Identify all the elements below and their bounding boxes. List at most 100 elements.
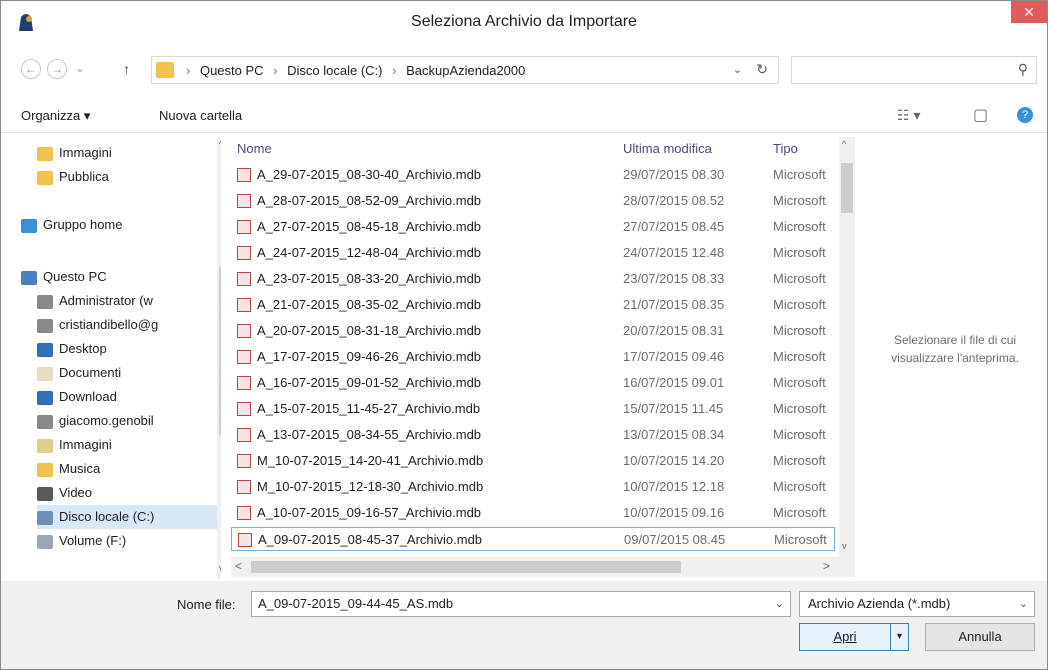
file-row[interactable]: A_16-07-2015_09-01-52_Archivio.mdb 16/07/… xyxy=(231,371,835,395)
access-database-icon xyxy=(237,298,251,312)
pictures-icon xyxy=(37,438,53,453)
scroll-up-icon[interactable]: ^ xyxy=(219,139,221,149)
file-type: Microsoft xyxy=(773,167,826,182)
breadcrumb-item-disco-locale[interactable]: Disco locale (C:) xyxy=(287,63,382,78)
refresh-icon[interactable]: ↻ xyxy=(756,61,768,78)
music-icon xyxy=(37,462,53,477)
column-header-type[interactable]: Tipo xyxy=(773,141,798,156)
file-row[interactable]: A_09-07-2015_08-45-37_Archivio.mdb 09/07/… xyxy=(231,527,835,551)
nav-item[interactable]: Volume (F:) xyxy=(37,529,221,553)
breadcrumb-separator: › xyxy=(392,63,397,78)
help-icon[interactable]: ? xyxy=(1017,107,1033,123)
nav-item[interactable]: Documenti xyxy=(37,361,221,385)
forward-button[interactable]: → xyxy=(47,59,67,79)
navpane-scrollbar[interactable]: ^ v xyxy=(217,137,221,579)
up-button[interactable]: ↑ xyxy=(123,61,130,77)
nav-item[interactable]: Desktop xyxy=(37,337,221,361)
file-type-filter-select[interactable]: Archivio Azienda (*.mdb) ⌄ xyxy=(799,591,1035,617)
nav-item[interactable]: Administrator (w xyxy=(37,289,221,313)
file-row[interactable]: M_10-07-2015_14-20-41_Archivio.mdb 10/07/… xyxy=(231,449,835,473)
nav-item[interactable]: Questo PC xyxy=(21,265,211,289)
nav-item[interactable]: Download xyxy=(37,385,221,409)
file-name: A_13-07-2015_08-34-55_Archivio.mdb xyxy=(257,427,482,442)
open-options-icon[interactable]: ▾ xyxy=(890,624,908,650)
open-button[interactable]: Apri ▾ xyxy=(799,623,909,651)
breadcrumb-item-questo-pc[interactable]: Questo PC xyxy=(200,63,264,78)
file-modified: 16/07/2015 09.01 xyxy=(623,375,725,390)
scroll-thumb[interactable] xyxy=(251,561,681,573)
nav-item-label: Video xyxy=(59,485,93,500)
file-name: A_28-07-2015_08-52-09_Archivio.mdb xyxy=(257,193,482,208)
file-row[interactable]: A_13-07-2015_08-34-55_Archivio.mdb 13/07/… xyxy=(231,423,835,447)
nav-item-label: Questo PC xyxy=(43,269,107,284)
column-header-modified[interactable]: Ultima modifica xyxy=(623,141,712,156)
file-modified: 15/07/2015 11.45 xyxy=(623,401,724,416)
close-button[interactable]: ✕ xyxy=(1011,1,1047,23)
nav-item[interactable]: Gruppo home xyxy=(21,213,211,237)
access-database-icon xyxy=(237,376,251,390)
nav-item[interactable]: Immagini xyxy=(37,141,221,165)
file-row[interactable]: A_20-07-2015_08-31-18_Archivio.mdb 20/07/… xyxy=(231,319,835,343)
nav-item[interactable]: Immagini xyxy=(37,433,221,457)
navigation-pane: Immagini Pubblica Gruppo home Questo PC Admi… xyxy=(21,137,221,579)
file-row[interactable]: A_24-07-2015_12-48-04_Archivio.mdb 24/07/… xyxy=(231,241,835,265)
file-modified: 28/07/2015 08.52 xyxy=(623,193,725,208)
search-input[interactable]: ⚲ xyxy=(791,56,1037,84)
column-header-name[interactable]: Nome xyxy=(237,141,272,156)
dialog-footer: Nome file: A_09-07-2015_09-44-45_AS.mdb … xyxy=(1,581,1047,669)
file-row[interactable]: M_10-07-2015_12-18-30_Archivio.mdb 10/07/… xyxy=(231,475,835,499)
navigation-bar: ← → ⌄ ↑ › Questo PC › Disco locale (C:) … xyxy=(1,53,1047,85)
file-name: A_20-07-2015_08-31-18_Archivio.mdb xyxy=(257,323,482,338)
new-folder-button[interactable]: Nuova cartella xyxy=(159,108,242,123)
file-row[interactable]: A_23-07-2015_08-33-20_Archivio.mdb 23/07/… xyxy=(231,267,835,291)
access-database-icon xyxy=(237,480,251,494)
file-row[interactable]: A_21-07-2015_08-35-02_Archivio.mdb 21/07/… xyxy=(231,293,835,317)
preview-pane-icon[interactable]: ▢ xyxy=(973,105,988,125)
access-database-icon xyxy=(237,506,251,520)
address-dropdown-icon[interactable]: ⌄ xyxy=(733,63,742,76)
recent-locations-button[interactable]: ⌄ xyxy=(75,61,85,75)
nav-item[interactable]: giacomo.genobil xyxy=(37,409,221,433)
organize-menu-button[interactable]: Organizza ▾ xyxy=(21,108,90,124)
scroll-right-icon[interactable]: > xyxy=(823,559,830,573)
file-name: A_23-07-2015_08-33-20_Archivio.mdb xyxy=(257,271,482,286)
scroll-down-icon[interactable]: v xyxy=(842,541,847,551)
file-list: Nome Ultima modifica Tipo A_29-07-2015_0… xyxy=(231,137,859,579)
file-name: A_27-07-2015_08-45-18_Archivio.mdb xyxy=(257,219,482,234)
file-type: Microsoft xyxy=(773,271,826,286)
file-row[interactable]: A_10-07-2015_09-16-57_Archivio.mdb 10/07/… xyxy=(231,501,835,525)
file-type: Microsoft xyxy=(773,505,826,520)
file-row[interactable]: A_29-07-2015_08-30-40_Archivio.mdb 29/07/… xyxy=(231,163,835,187)
scroll-thumb[interactable] xyxy=(841,163,853,213)
file-type: Microsoft xyxy=(773,479,826,494)
network-user-icon xyxy=(37,414,53,429)
file-type: Microsoft xyxy=(773,349,826,364)
filter-dropdown-icon[interactable]: ⌄ xyxy=(1019,597,1028,610)
address-bar[interactable]: › Questo PC › Disco locale (C:) › Backup… xyxy=(151,56,779,84)
access-database-icon xyxy=(238,533,252,547)
nav-item[interactable]: Musica xyxy=(37,457,221,481)
nav-item[interactable]: Disco locale (C:) xyxy=(37,505,221,529)
view-options-icon[interactable]: ☷ ▾ xyxy=(897,107,920,124)
nav-item[interactable]: Video xyxy=(37,481,221,505)
filename-dropdown-icon[interactable]: ⌄ xyxy=(775,597,784,610)
filename-label: Nome file: xyxy=(177,597,236,612)
file-row[interactable]: A_28-07-2015_08-52-09_Archivio.mdb 28/07/… xyxy=(231,189,835,213)
filelist-horizontal-scrollbar[interactable]: < > xyxy=(231,557,855,577)
cancel-button[interactable]: Annulla xyxy=(925,623,1035,651)
nav-item[interactable]: cristiandibello@g xyxy=(37,313,221,337)
file-name: A_21-07-2015_08-35-02_Archivio.mdb xyxy=(257,297,482,312)
scroll-left-icon[interactable]: < xyxy=(235,559,242,573)
filelist-vertical-scrollbar[interactable]: ^ v xyxy=(839,137,855,557)
file-row[interactable]: A_27-07-2015_08-45-18_Archivio.mdb 27/07/… xyxy=(231,215,835,239)
file-row[interactable]: A_17-07-2015_09-46-26_Archivio.mdb 17/07/… xyxy=(231,345,835,369)
scroll-down-icon[interactable]: v xyxy=(219,563,221,573)
file-modified: 10/07/2015 14.20 xyxy=(623,453,725,468)
file-row[interactable]: A_15-07-2015_11-45-27_Archivio.mdb 15/07/… xyxy=(231,397,835,421)
nav-item[interactable]: Pubblica xyxy=(37,165,221,189)
back-button[interactable]: ← xyxy=(21,59,41,79)
scroll-up-icon[interactable]: ^ xyxy=(842,139,846,149)
filename-input[interactable]: A_09-07-2015_09-44-45_AS.mdb ⌄ xyxy=(251,591,791,617)
scroll-thumb[interactable] xyxy=(219,267,221,435)
breadcrumb-item-backupazienda2000[interactable]: BackupAzienda2000 xyxy=(406,63,525,78)
